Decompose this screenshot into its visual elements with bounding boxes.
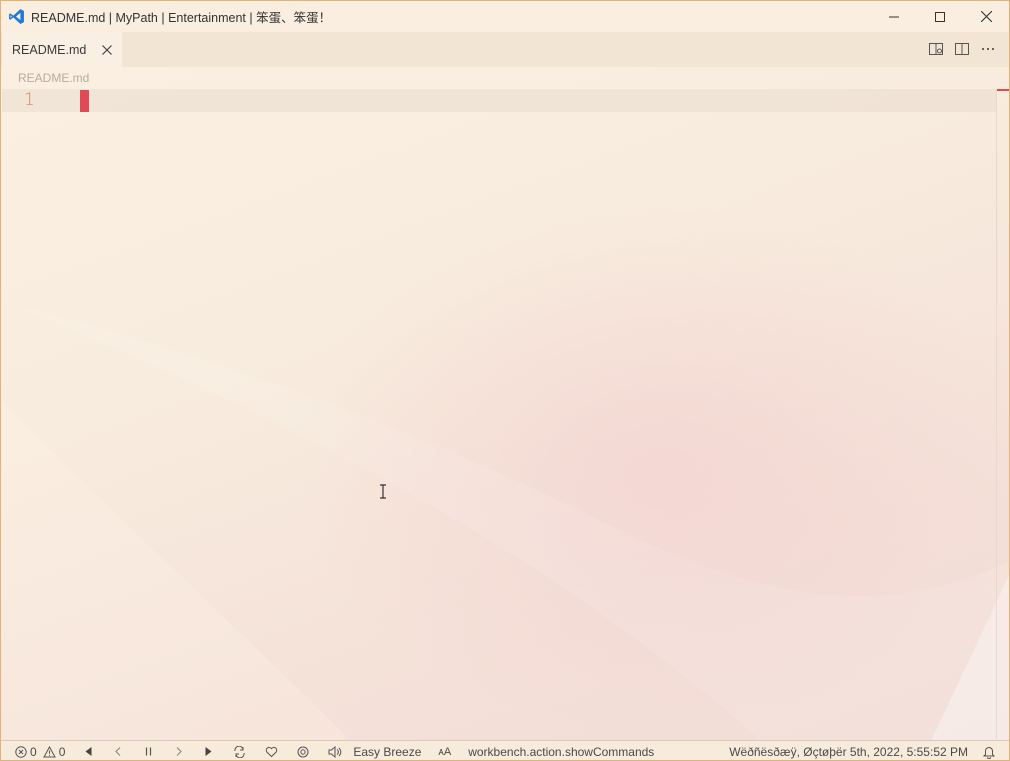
next-button[interactable] bbox=[173, 746, 184, 757]
skip-next-button[interactable] bbox=[203, 746, 214, 757]
like-button[interactable] bbox=[265, 746, 278, 758]
font-size-toggle[interactable]: ᴀA bbox=[438, 741, 451, 761]
skip-next-icon bbox=[205, 747, 212, 756]
notifications-bell-icon[interactable] bbox=[983, 746, 995, 759]
current-line-highlight bbox=[2, 89, 996, 112]
minimize-button[interactable] bbox=[871, 1, 917, 32]
chevron-left-icon bbox=[115, 747, 121, 756]
close-icon bbox=[102, 45, 112, 55]
line-number: 1 bbox=[24, 90, 35, 110]
status-bar: 0 0 Easy Breeze ᴀA workbench.action.show… bbox=[1, 740, 1009, 761]
warning-icon bbox=[42, 745, 56, 758]
window-controls bbox=[871, 1, 1009, 32]
chevron-right-icon bbox=[176, 747, 183, 756]
tab-readme[interactable]: README.md bbox=[2, 32, 122, 67]
close-window-button[interactable] bbox=[963, 1, 1009, 32]
previous-button[interactable] bbox=[113, 746, 124, 757]
vertical-scrollbar[interactable] bbox=[996, 89, 1009, 739]
error-icon bbox=[15, 745, 27, 758]
problems-indicator[interactable]: 0 0 bbox=[15, 741, 65, 761]
editor-background bbox=[1, 1, 1009, 760]
pause-icon bbox=[146, 747, 152, 756]
split-editor-icon bbox=[955, 43, 969, 55]
maximize-button[interactable] bbox=[917, 1, 963, 32]
maximize-icon bbox=[935, 11, 945, 22]
heart-icon bbox=[266, 746, 278, 757]
repeat-button[interactable] bbox=[233, 745, 246, 758]
warning-count: 0 bbox=[58, 744, 66, 759]
command-display[interactable]: workbench.action.showCommands bbox=[468, 741, 654, 761]
preview-icon bbox=[929, 43, 943, 55]
volume-button[interactable] bbox=[328, 745, 342, 758]
theme-name[interactable]: Easy Breeze bbox=[353, 741, 421, 761]
font-size-icon: ᴀA bbox=[438, 745, 452, 758]
scrollbar-cursor-marker bbox=[997, 89, 1009, 91]
pause-button[interactable] bbox=[143, 746, 154, 757]
error-count: 0 bbox=[30, 744, 37, 759]
skip-previous-button[interactable] bbox=[83, 746, 94, 757]
editor-actions bbox=[927, 40, 997, 58]
breadcrumb[interactable]: README.md bbox=[18, 71, 89, 85]
title-bar: README.md | MyPath | Entertainment | 笨蛋、… bbox=[1, 1, 1009, 32]
volume-icon bbox=[328, 745, 342, 758]
datetime-display[interactable]: Wëðñësðæÿ, Øçtøþër 5th, 2022, 5:55:52 PM bbox=[729, 741, 968, 760]
tab-label: README.md bbox=[12, 42, 87, 57]
close-icon bbox=[980, 11, 992, 22]
repeat-icon bbox=[234, 745, 245, 758]
ellipsis-icon bbox=[981, 47, 995, 51]
media-controls bbox=[83, 741, 342, 761]
vscode-logo-icon[interactable] bbox=[1, 1, 31, 32]
minimize-icon bbox=[889, 16, 899, 17]
radio-button[interactable] bbox=[297, 746, 309, 758]
more-actions-button[interactable] bbox=[979, 40, 997, 58]
tab-close-button[interactable] bbox=[100, 43, 114, 57]
radio-icon bbox=[297, 746, 309, 757]
breadcrumb-file[interactable]: README.md bbox=[18, 71, 89, 85]
text-cursor[interactable] bbox=[80, 90, 89, 112]
open-preview-to-side-button[interactable] bbox=[927, 40, 945, 58]
split-editor-button[interactable] bbox=[953, 40, 971, 58]
skip-previous-icon bbox=[85, 747, 92, 756]
vscode-window: README.md | MyPath | Entertainment | 笨蛋、… bbox=[0, 0, 1010, 761]
ibeam-cursor-icon bbox=[380, 484, 386, 499]
window-title: README.md | MyPath | Entertainment | 笨蛋、… bbox=[31, 11, 332, 25]
tab-bar: README.md bbox=[1, 32, 1009, 67]
